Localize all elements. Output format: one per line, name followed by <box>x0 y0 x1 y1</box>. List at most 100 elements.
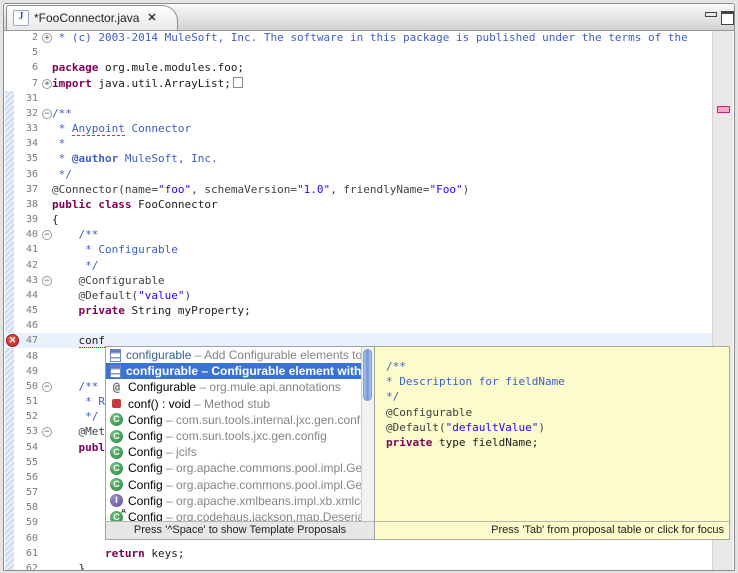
completion-item[interactable]: configurable – Configurable element with… <box>106 363 362 379</box>
completion-item[interactable]: configurable – Add Configurable elements… <box>106 347 362 363</box>
template-icon <box>110 365 121 378</box>
preview-code-line: */ <box>386 389 725 404</box>
tab-title: *FooConnector.java <box>34 11 139 25</box>
code-line-62[interactable]: } <box>52 561 712 570</box>
line-number: 45 <box>14 303 38 318</box>
class-icon: C <box>110 430 123 443</box>
fold-collapse-icon[interactable]: − <box>42 382 52 392</box>
completion-description: – org.mule.api.annotations <box>196 380 341 394</box>
code-line-46[interactable] <box>52 318 712 333</box>
code-line-41[interactable]: * Configurable <box>52 242 712 257</box>
code-line-61[interactable]: return keys; <box>52 546 712 561</box>
line-number: 38 <box>14 197 38 212</box>
completion-description: – Configurable element with defa <box>198 364 362 378</box>
completion-item[interactable]: CConfig – jcifs <box>106 444 362 460</box>
quick-diff-strip <box>5 91 14 570</box>
code-line-2[interactable]: * (c) 2003-2014 MuleSoft, Inc. The softw… <box>52 31 712 45</box>
code-line-35[interactable]: * @author MuleSoft, Inc. <box>52 151 712 166</box>
class-icon: C <box>110 478 123 491</box>
line-number: 31 <box>14 91 38 106</box>
preview-status-text: Press 'Tab' from proposal table or click… <box>375 521 729 539</box>
code-line-31[interactable] <box>52 91 712 106</box>
editor-tab-bar: J *FooConnector.java ✕ <box>4 4 734 31</box>
template-preview-code: /*** Description for fieldName*/@Configu… <box>386 359 725 450</box>
line-number: 40 <box>14 227 38 242</box>
line-number: 6 <box>14 60 38 75</box>
popup-scrollbar[interactable] <box>361 347 374 522</box>
line-number: 34 <box>14 136 38 151</box>
folded-region-icon[interactable] <box>233 77 243 88</box>
popup-scrollbar-thumb[interactable] <box>363 349 372 401</box>
line-number: 5 <box>14 45 38 60</box>
completion-description: – org.apache.commons.pool.impl.Gene <box>163 478 362 492</box>
content-assist-popup: configurable – Add Configurable elements… <box>105 346 375 540</box>
fold-collapse-icon[interactable]: − <box>42 230 52 240</box>
completion-item[interactable]: @Configurable – org.mule.api.annotations <box>106 379 362 395</box>
completion-description: – Add Configurable elements to p <box>191 348 362 362</box>
class-icon: C <box>110 413 123 426</box>
overview-change-marker[interactable] <box>717 106 730 113</box>
completion-item[interactable]: CConfig – org.apache.commons.pool.impl.G… <box>106 460 362 476</box>
eclipse-editor-window: J *FooConnector.java ✕ 2 + * (c) 2003-201… <box>0 0 738 573</box>
completion-item[interactable]: CConfig – com.sun.tools.internal.jxc.gen… <box>106 412 362 428</box>
line-number: 42 <box>14 258 38 273</box>
template-preview-panel: /*** Description for fieldName*/@Configu… <box>374 346 730 540</box>
completion-description: – com.sun.tools.jxc.gen.config <box>163 429 327 443</box>
completion-description: – jcifs <box>163 445 197 459</box>
preview-code-line: * Description for fieldName <box>386 374 725 389</box>
maximize-icon[interactable] <box>721 11 734 22</box>
completion-name: configurable <box>126 348 191 362</box>
close-icon[interactable]: ✕ <box>147 13 156 24</box>
code-line-34[interactable]: * <box>52 136 712 151</box>
completion-item[interactable]: CConfig – com.sun.tools.jxc.gen.config <box>106 428 362 444</box>
tab-fooconnector[interactable]: J *FooConnector.java ✕ <box>6 5 178 30</box>
line-number: 32 <box>14 106 38 121</box>
code-line-7[interactable]: import java.util.ArrayList; <box>52 76 712 91</box>
line-number: 54 <box>14 440 38 455</box>
line-number: 58 <box>14 500 38 515</box>
line-number: 49 <box>14 364 38 379</box>
java-file-icon: J <box>13 10 29 26</box>
line-number: 60 <box>14 531 38 546</box>
code-line-40[interactable]: /** <box>52 227 712 242</box>
completion-description: – org.apache.xmlbeans.impl.xb.xmlcon <box>163 494 362 508</box>
code-line-38[interactable]: public class FooConnector <box>52 197 712 212</box>
code-line-6[interactable]: package org.mule.modules.foo; <box>52 60 712 75</box>
completion-name: Config <box>128 478 163 492</box>
code-line-37[interactable]: @Connector(name="foo", schemaVersion="1.… <box>52 182 712 197</box>
line-number: 52 <box>14 409 38 424</box>
template-icon <box>110 349 121 362</box>
fold-expand-icon[interactable]: + <box>42 79 52 89</box>
line-number: 50 <box>14 379 38 394</box>
completion-item[interactable]: IConfig – org.apache.xmlbeans.impl.xb.xm… <box>106 493 362 509</box>
code-line-43[interactable]: @Configurable <box>52 273 712 288</box>
line-number: 53 <box>14 424 38 439</box>
line-number: 55 <box>14 455 38 470</box>
minimize-icon[interactable] <box>704 11 717 22</box>
line-number: 51 <box>14 394 38 409</box>
line-number: 36 <box>14 167 38 182</box>
code-line-44[interactable]: @Default("value") <box>52 288 712 303</box>
code-line-36[interactable]: */ <box>52 167 712 182</box>
preview-code-line: /** <box>386 359 725 374</box>
code-line-39[interactable]: { <box>52 212 712 227</box>
code-line-42[interactable]: */ <box>52 258 712 273</box>
completion-description: – org.apache.commons.pool.impl.Gene <box>163 461 362 475</box>
fold-collapse-icon[interactable]: − <box>42 109 52 119</box>
completion-name: conf() : void <box>128 397 191 411</box>
line-number: 2 <box>14 31 38 45</box>
line-number: 62 <box>14 561 38 570</box>
error-marker-icon[interactable]: ✕ <box>6 334 19 347</box>
code-line-5[interactable] <box>52 45 712 60</box>
completion-item[interactable]: conf() : void – Method stub <box>106 396 362 412</box>
completion-name: configurable <box>126 364 198 378</box>
code-line-32[interactable]: /** <box>52 106 712 121</box>
completion-item[interactable]: C Config – org.apache.commons.pool.impl.G… <box>106 477 362 493</box>
fold-collapse-icon[interactable]: − <box>42 276 52 286</box>
fold-expand-icon[interactable]: + <box>42 33 52 43</box>
completion-description: – Method stub <box>191 397 270 411</box>
code-line-45[interactable]: private String myProperty; <box>52 303 712 318</box>
fold-collapse-icon[interactable]: − <box>42 427 52 437</box>
preview-code-line: private type fieldName; <box>386 435 725 450</box>
code-line-33[interactable]: * Anypoint Connector <box>52 121 712 136</box>
